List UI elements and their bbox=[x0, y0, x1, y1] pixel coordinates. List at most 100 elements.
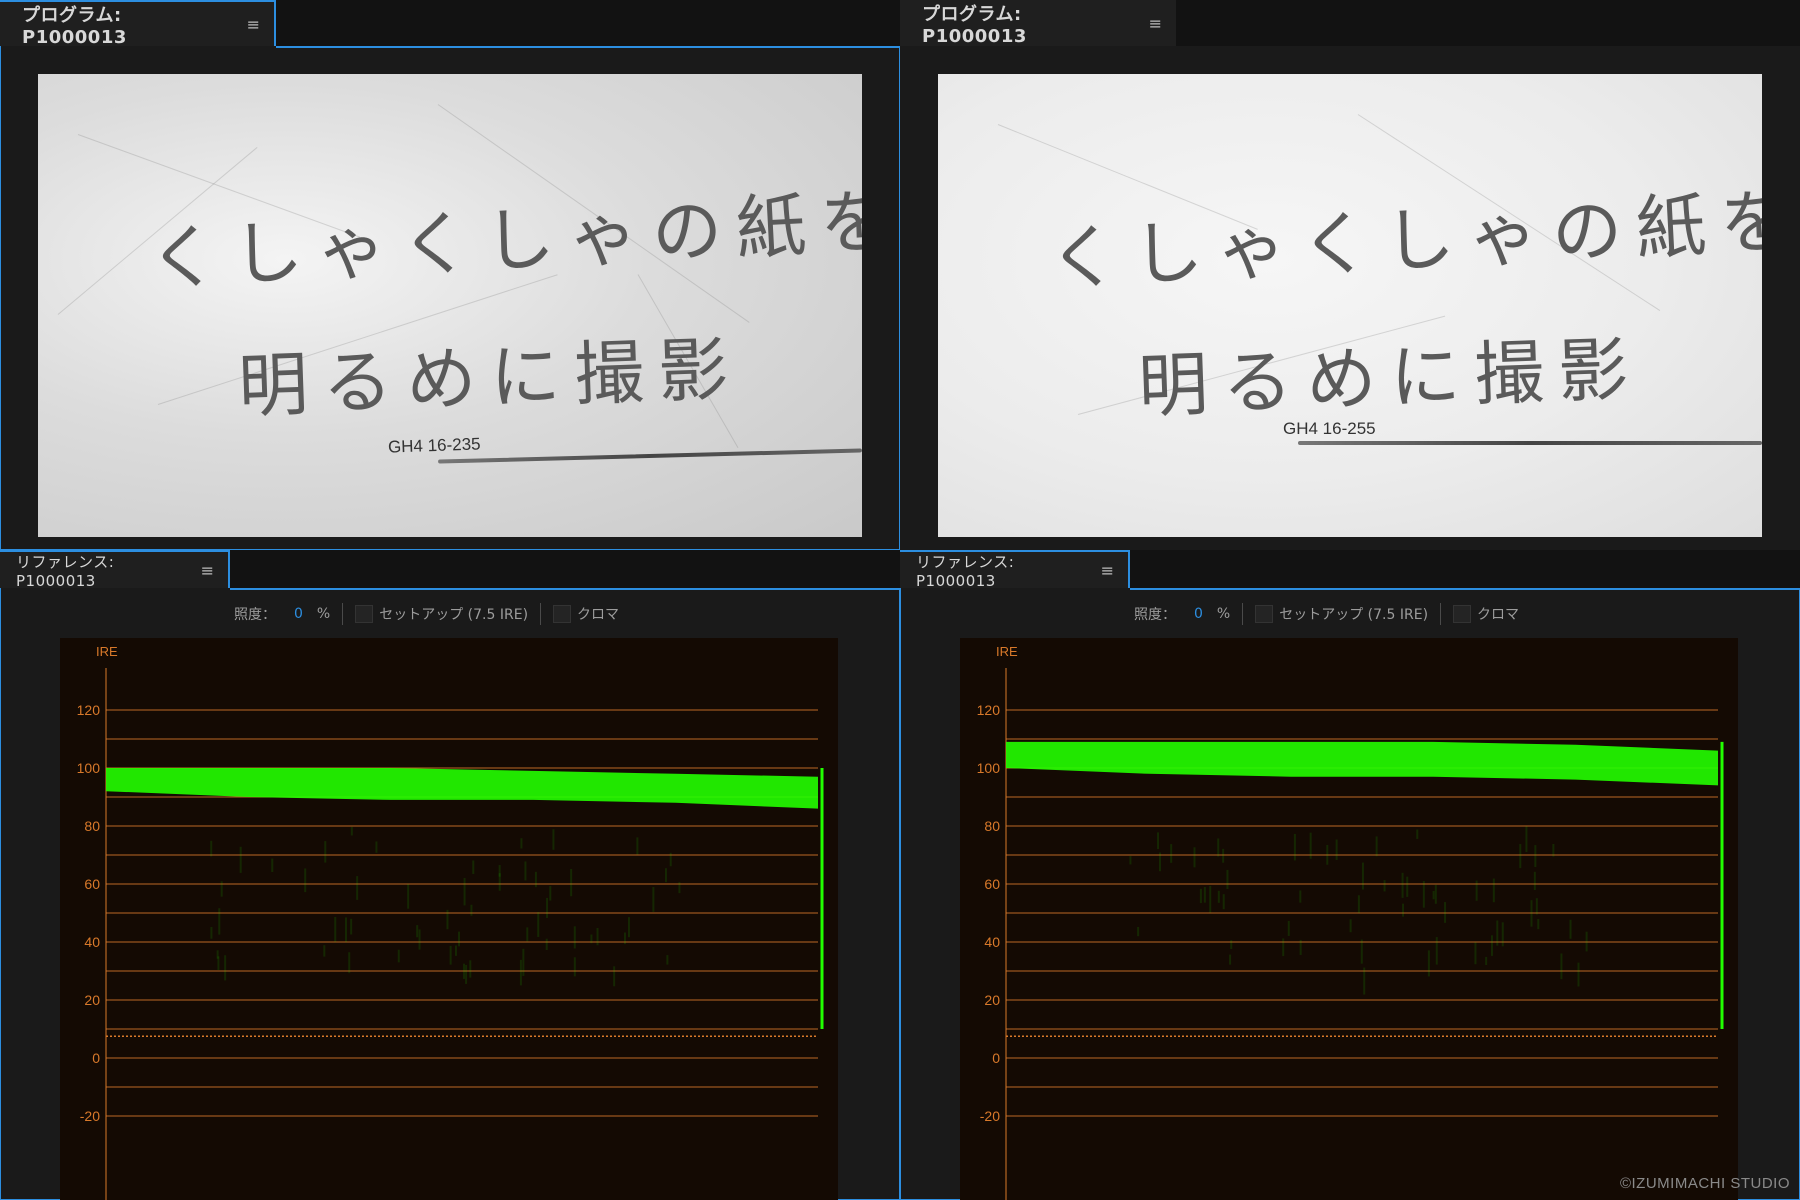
waveform-chart: IRE 120 100 80 60 40 20 0 -20 bbox=[60, 638, 838, 1200]
waveform-noise bbox=[670, 853, 672, 866]
waveform-band bbox=[1006, 742, 1718, 786]
panel-menu-icon[interactable]: ≡ bbox=[201, 561, 214, 580]
waveform-noise bbox=[375, 841, 377, 852]
panel-menu-icon[interactable]: ≡ bbox=[247, 15, 260, 34]
waveform-noise bbox=[636, 837, 638, 854]
tab-title: リファレンス: P1000013 bbox=[916, 551, 1083, 590]
waveform-noise bbox=[1326, 845, 1328, 865]
waveform-noise bbox=[1376, 836, 1378, 856]
waveform-noise bbox=[1577, 963, 1579, 987]
tick-label: 40 bbox=[84, 934, 100, 950]
setup-checkbox[interactable] bbox=[1255, 605, 1273, 623]
tab-program[interactable]: プログラム: P1000013 ≡ bbox=[900, 0, 1176, 46]
tick-label: 60 bbox=[984, 876, 1000, 892]
waveform-noise bbox=[1493, 879, 1495, 903]
waveform-noise bbox=[1476, 881, 1478, 901]
caption-line-2: 明るめに撮影 bbox=[236, 313, 743, 432]
waveform-noise bbox=[1226, 870, 1228, 889]
waveform-noise bbox=[1363, 968, 1365, 995]
brightness-label: 照度： bbox=[234, 604, 276, 624]
waveform-noise bbox=[520, 838, 522, 848]
waveform-noise bbox=[1336, 840, 1338, 860]
waveform-noise bbox=[613, 966, 615, 986]
waveform-noise bbox=[240, 847, 242, 873]
tab-title: リファレンス: P1000013 bbox=[16, 551, 183, 590]
waveform-noise bbox=[1423, 881, 1425, 908]
waveform-noise bbox=[1170, 844, 1172, 863]
waveform-noise bbox=[465, 965, 467, 984]
waveform-noise bbox=[1194, 847, 1196, 867]
waveform-noise bbox=[1402, 873, 1404, 898]
tick-label: 20 bbox=[84, 992, 100, 1008]
tab-reference[interactable]: リファレンス: P1000013 ≡ bbox=[900, 550, 1130, 588]
gamma-label: GH4 16-235 bbox=[388, 434, 481, 457]
waveform-noise bbox=[1204, 887, 1206, 903]
waveform-noise bbox=[464, 878, 466, 905]
tick-label: 100 bbox=[977, 760, 1001, 776]
chroma-checkbox[interactable] bbox=[553, 605, 571, 623]
waveform-noise bbox=[210, 841, 212, 857]
waveform-noise bbox=[334, 917, 336, 942]
waveform-noise bbox=[1222, 849, 1224, 863]
waveform-noise bbox=[324, 841, 326, 863]
waveform-noise bbox=[450, 946, 452, 965]
waveform-noise bbox=[1570, 920, 1572, 939]
watermark: ©IZUMIMACHI STUDIO bbox=[1620, 1175, 1790, 1192]
waveform-noise bbox=[416, 925, 418, 937]
tab-reference[interactable]: リファレンス: P1000013 ≡ bbox=[0, 550, 230, 588]
waveform-noise bbox=[1534, 845, 1536, 867]
waveform-noise bbox=[552, 829, 554, 850]
tick-label: 100 bbox=[77, 760, 101, 776]
waveform-noise bbox=[323, 945, 325, 956]
brightness-value[interactable]: 0 bbox=[294, 606, 303, 622]
waveform-noise bbox=[218, 908, 220, 934]
waveform-noise bbox=[1435, 885, 1437, 904]
panel-menu-icon[interactable]: ≡ bbox=[1149, 14, 1162, 33]
brightness-value[interactable]: 0 bbox=[1194, 606, 1203, 622]
waveform-noise bbox=[628, 917, 630, 937]
panel-menu-icon[interactable]: ≡ bbox=[1101, 561, 1114, 580]
tick-label: 0 bbox=[992, 1050, 1000, 1066]
waveform-noise bbox=[1436, 937, 1438, 964]
program-panel-right: プログラム: P1000013 ≡ くしゃくしゃの紙を 明るめに撮影 GH4 1… bbox=[900, 0, 1800, 550]
chroma-label: クロマ bbox=[1477, 604, 1519, 624]
tab-program[interactable]: プログラム: P1000013 ≡ bbox=[0, 0, 276, 46]
chroma-checkbox[interactable] bbox=[1453, 605, 1471, 623]
waveform-noise bbox=[652, 887, 654, 912]
waveform-noise bbox=[1282, 938, 1284, 956]
caption-line-2: 明るめに撮影 bbox=[1136, 313, 1643, 432]
waveform-noise bbox=[1496, 920, 1498, 945]
setup-checkbox[interactable] bbox=[355, 605, 373, 623]
waveform-noise bbox=[217, 950, 219, 958]
waveform-noise bbox=[1299, 890, 1301, 902]
waveform-noise bbox=[546, 939, 548, 950]
caption-line-1: くしゃくしゃの紙を bbox=[1046, 164, 1762, 304]
waveform-noise bbox=[356, 876, 358, 900]
program-panel-left: プログラム: P1000013 ≡ くしゃくしゃの紙を 明るめに撮影 GH4 1… bbox=[0, 0, 900, 550]
tick-label: 80 bbox=[984, 818, 1000, 834]
waveform-noise bbox=[1362, 863, 1364, 890]
waveform-noise bbox=[419, 929, 421, 949]
program-monitor: くしゃくしゃの紙を 明るめに撮影 GH4 16-235 bbox=[38, 74, 862, 537]
waveform-noise bbox=[1536, 898, 1538, 914]
waveform-noise bbox=[1560, 953, 1562, 979]
waveform-noise bbox=[1552, 844, 1554, 857]
waveform-noise bbox=[624, 933, 626, 945]
waveform-noise bbox=[271, 859, 273, 872]
tick-label: 120 bbox=[77, 702, 101, 718]
waveform-noise bbox=[1137, 927, 1139, 936]
paper-image: くしゃくしゃの紙を 明るめに撮影 GH4 16-235 bbox=[38, 74, 862, 537]
waveform-noise bbox=[520, 960, 522, 986]
waveform-noise bbox=[1217, 838, 1219, 856]
waveform-noise bbox=[597, 928, 599, 945]
tick-label: 60 bbox=[84, 876, 100, 892]
waveform-noise bbox=[1433, 891, 1435, 899]
waveform-noise bbox=[1502, 922, 1504, 946]
waveform-noise bbox=[526, 927, 528, 941]
waveform-band bbox=[106, 768, 818, 809]
waveform-noise bbox=[1350, 919, 1352, 932]
waveform-noise bbox=[1384, 880, 1386, 891]
waveform-noise bbox=[1428, 950, 1430, 976]
reference-panel-right: リファレンス: P1000013 ≡ 照度： 0 % セットアップ (7.5 I… bbox=[900, 550, 1800, 1200]
waveform-noise bbox=[472, 860, 474, 874]
